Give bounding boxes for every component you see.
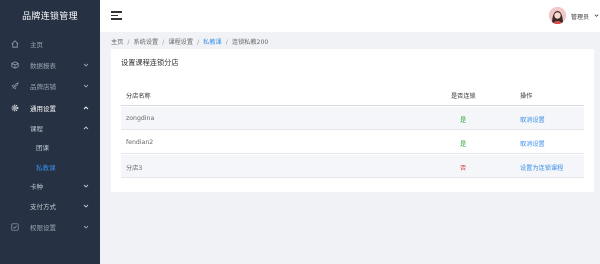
table-row: fendian2 是 取消设置	[121, 131, 584, 154]
breadcrumb: 主页 / 系统设置 / 课程设置 / 私教课 / 连锁私教200	[111, 39, 269, 46]
sidebar: 品牌连锁管理 主页 数据报表 品牌店铺 通用设置 课程 团课 私教课 卡种 支付…	[0, 0, 100, 264]
cube-icon	[11, 61, 19, 69]
chevron-down-icon	[83, 183, 89, 189]
chain-status: 否	[460, 165, 467, 172]
home-icon	[11, 40, 19, 48]
sidebar-sub-payment[interactable]: 支付方式	[0, 200, 100, 212]
breadcrumb-current: 连锁私教200	[231, 39, 269, 46]
sidebar-sub-label: 私教课	[36, 164, 56, 172]
store-name: zongdina	[126, 115, 155, 122]
sidebar-sub-course[interactable]: 课程	[0, 122, 100, 134]
sidebar-item-label: 数据报表	[30, 62, 56, 70]
brand-title: 品牌连锁管理	[22, 12, 78, 22]
sidebar-item-label: 通用设置	[30, 105, 56, 113]
sidebar-item-label: 权限设置	[30, 224, 56, 232]
sidebar-item-label: 主页	[30, 41, 43, 49]
sidebar-sub-label: 支付方式	[30, 203, 56, 211]
chevron-down-icon	[83, 62, 89, 68]
chevron-down-icon	[83, 83, 89, 89]
cancel-setting-link[interactable]: 取消设置	[520, 115, 545, 124]
chevron-down-icon[interactable]	[594, 12, 599, 17]
gear-icon	[11, 104, 19, 112]
sidebar-item-stores[interactable]: 品牌店铺	[0, 79, 100, 93]
table-header: 分店名称 是否连锁 操作	[121, 84, 584, 106]
sidebar-item-permissions[interactable]: 权限设置	[0, 220, 100, 234]
cancel-setting-link[interactable]: 取消设置	[520, 139, 545, 148]
rocket-icon	[11, 82, 19, 90]
sidebar-sub-label: 课程	[30, 125, 43, 133]
sidebar-sub-private[interactable]: 私教课	[0, 161, 100, 173]
set-chain-course-link[interactable]: 设置为连锁课程	[520, 163, 563, 172]
table-row: 分店3 否 设置为连锁课程	[121, 155, 584, 178]
column-header: 分店名称	[126, 93, 151, 100]
sidebar-sub-group[interactable]: 团课	[0, 141, 100, 153]
chevron-up-icon	[83, 105, 89, 111]
store-name: 分店3	[126, 165, 143, 172]
chevron-up-icon	[83, 125, 89, 131]
avatar[interactable]	[549, 7, 566, 24]
column-header: 操作	[520, 93, 533, 100]
sidebar-sub-label: 卡种	[30, 183, 43, 191]
sidebar-item-label: 品牌店铺	[30, 83, 56, 91]
username[interactable]: 管理员	[571, 12, 589, 21]
store-name: fendian2	[126, 139, 154, 146]
sidebar-sub-label: 团课	[36, 144, 49, 152]
top-header: 管理员	[100, 0, 600, 32]
breadcrumb-item[interactable]: 主页	[111, 39, 123, 46]
sidebar-item-settings[interactable]: 通用设置	[0, 101, 100, 115]
chain-status: 是	[460, 117, 467, 124]
sidebar-sub-card[interactable]: 卡种	[0, 180, 100, 192]
chevron-down-icon	[83, 203, 89, 209]
breadcrumb-item[interactable]: 私教课	[203, 39, 222, 46]
chain-status: 是	[460, 141, 467, 148]
menu-toggle-icon[interactable]	[111, 11, 122, 20]
chevron-down-icon	[83, 224, 89, 230]
sidebar-item-home[interactable]: 主页	[0, 37, 100, 51]
sidebar-item-reports[interactable]: 数据报表	[0, 58, 100, 72]
panel-title: 设置课程连锁分店	[121, 58, 179, 67]
column-header: 是否连锁	[451, 93, 476, 100]
table-row: zongdina 是 取消设置	[121, 107, 584, 130]
content-panel: 设置课程连锁分店 分店名称 是否连锁 操作 zongdina 是 取消设置 fe…	[111, 49, 594, 192]
breadcrumb-item[interactable]: 课程设置	[168, 39, 193, 46]
breadcrumb-item[interactable]: 系统设置	[133, 39, 158, 46]
check-square-icon	[11, 223, 19, 231]
